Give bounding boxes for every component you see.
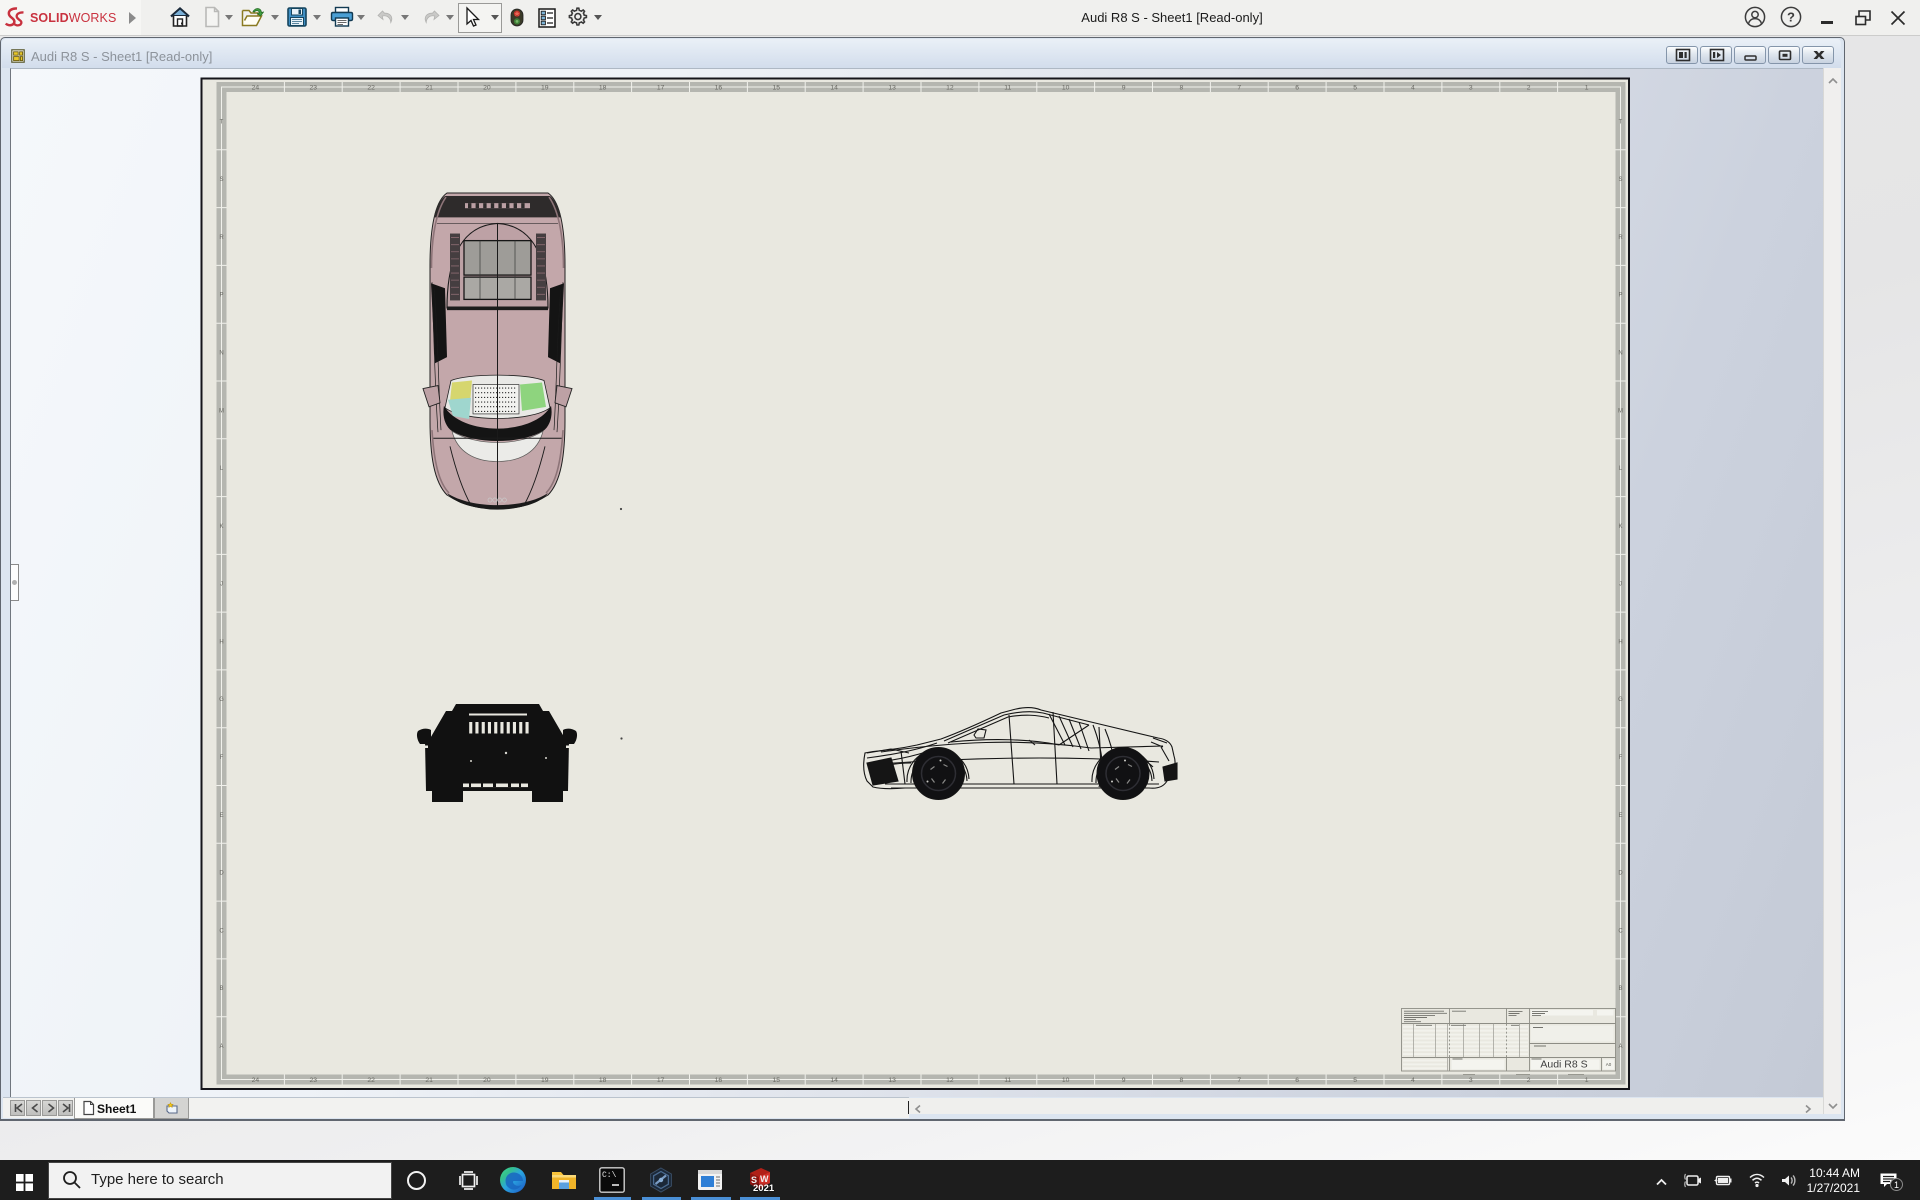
svg-text:16: 16 bbox=[715, 85, 723, 92]
svg-text:2: 2 bbox=[1527, 1077, 1531, 1084]
svg-text:S: S bbox=[219, 177, 223, 183]
svg-text:19: 19 bbox=[541, 1077, 549, 1084]
svg-text:14: 14 bbox=[830, 85, 838, 92]
svg-text:S: S bbox=[1618, 177, 1622, 183]
svg-text:12: 12 bbox=[946, 85, 954, 92]
svg-text:B: B bbox=[1618, 986, 1622, 992]
svg-text:K: K bbox=[219, 524, 223, 530]
svg-text:P: P bbox=[219, 293, 223, 299]
svg-text:17: 17 bbox=[657, 85, 665, 92]
svg-text:8: 8 bbox=[1180, 1077, 1184, 1084]
svg-text:2: 2 bbox=[1527, 85, 1531, 92]
svg-text:21: 21 bbox=[425, 1077, 433, 1084]
svg-text:11: 11 bbox=[1004, 85, 1011, 92]
svg-text:G: G bbox=[1618, 697, 1623, 703]
svg-text:M: M bbox=[1618, 408, 1623, 414]
svg-text:E: E bbox=[219, 813, 223, 819]
svg-text:4: 4 bbox=[1411, 1077, 1415, 1084]
svg-text:14: 14 bbox=[830, 1077, 838, 1084]
svg-text:15: 15 bbox=[773, 85, 781, 92]
svg-text:16: 16 bbox=[715, 1077, 723, 1084]
svg-text:7: 7 bbox=[1237, 1077, 1241, 1084]
svg-text:5: 5 bbox=[1353, 1077, 1357, 1084]
svg-text:19: 19 bbox=[541, 85, 549, 92]
svg-text:H: H bbox=[1618, 639, 1622, 645]
svg-text:B: B bbox=[219, 986, 223, 992]
svg-text:10: 10 bbox=[1062, 1077, 1070, 1084]
svg-text:8: 8 bbox=[1180, 85, 1184, 92]
svg-text:9: 9 bbox=[1122, 1077, 1126, 1084]
svg-text:D: D bbox=[1618, 871, 1623, 877]
svg-text:24: 24 bbox=[252, 1077, 260, 1084]
svg-text:R: R bbox=[1618, 235, 1623, 241]
svg-text:Audi R8 S: Audi R8 S bbox=[1540, 1059, 1587, 1071]
svg-text:P: P bbox=[1618, 293, 1622, 299]
svg-text:K: K bbox=[1618, 524, 1622, 530]
svg-text:20: 20 bbox=[483, 85, 491, 92]
svg-text:18: 18 bbox=[599, 1077, 607, 1084]
svg-text:N: N bbox=[1618, 351, 1622, 357]
svg-text:3: 3 bbox=[1469, 85, 1473, 92]
svg-text:H: H bbox=[219, 639, 223, 645]
svg-text:T: T bbox=[1619, 119, 1623, 125]
svg-text:18: 18 bbox=[599, 85, 607, 92]
svg-text:A0: A0 bbox=[1606, 1062, 1612, 1067]
svg-text:5: 5 bbox=[1353, 85, 1357, 92]
svg-text:R: R bbox=[219, 235, 224, 241]
svg-text:12: 12 bbox=[946, 1077, 954, 1084]
svg-text:20: 20 bbox=[483, 1077, 491, 1084]
svg-text:13: 13 bbox=[888, 85, 896, 92]
svg-text:J: J bbox=[220, 582, 223, 588]
svg-text:10: 10 bbox=[1062, 85, 1070, 92]
svg-text:9: 9 bbox=[1122, 85, 1126, 92]
svg-text:23: 23 bbox=[310, 1077, 318, 1084]
svg-text:C: C bbox=[1618, 928, 1623, 934]
svg-text:F: F bbox=[220, 755, 224, 761]
svg-text:13: 13 bbox=[888, 1077, 896, 1084]
svg-text:M: M bbox=[219, 408, 224, 414]
svg-text:6: 6 bbox=[1295, 1077, 1299, 1084]
svg-text:A: A bbox=[219, 1044, 223, 1050]
svg-text:22: 22 bbox=[367, 1077, 375, 1084]
svg-text:?: ? bbox=[1787, 10, 1795, 25]
svg-text:N: N bbox=[219, 351, 223, 357]
svg-text:21: 21 bbox=[425, 85, 433, 92]
svg-text:3: 3 bbox=[1469, 1077, 1473, 1084]
svg-text:C: C bbox=[219, 928, 224, 934]
svg-text:G: G bbox=[219, 697, 224, 703]
svg-text:23: 23 bbox=[310, 85, 318, 92]
svg-text:22: 22 bbox=[367, 85, 375, 92]
svg-text:A: A bbox=[1618, 1044, 1622, 1050]
svg-text:T: T bbox=[220, 119, 224, 125]
svg-text:17: 17 bbox=[657, 1077, 665, 1084]
svg-text:4: 4 bbox=[1411, 85, 1415, 92]
svg-text:E: E bbox=[1618, 813, 1622, 819]
svg-text:1: 1 bbox=[1585, 85, 1589, 92]
svg-text:7: 7 bbox=[1237, 85, 1241, 92]
svg-text:15: 15 bbox=[773, 1077, 781, 1084]
svg-text:1: 1 bbox=[1585, 1077, 1589, 1084]
svg-text:F: F bbox=[1619, 755, 1623, 761]
svg-text:24: 24 bbox=[252, 85, 260, 92]
svg-text:J: J bbox=[1619, 582, 1622, 588]
svg-text:D: D bbox=[219, 871, 224, 877]
svg-text:11: 11 bbox=[1004, 1077, 1011, 1084]
svg-text:6: 6 bbox=[1295, 85, 1299, 92]
svg-text:C:\: C:\ bbox=[602, 1171, 617, 1180]
